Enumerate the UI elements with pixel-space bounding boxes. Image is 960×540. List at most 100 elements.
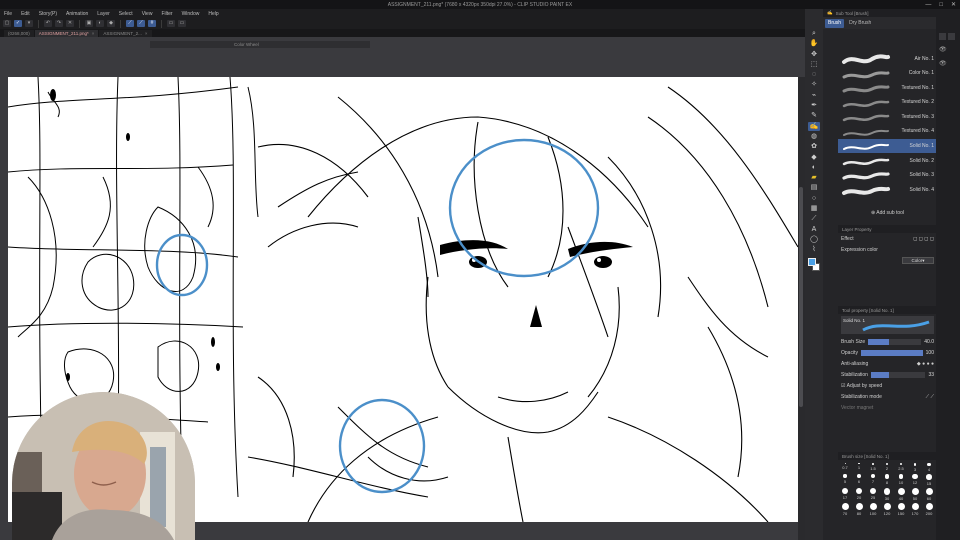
decoration-icon[interactable]: ✿ [808, 142, 820, 151]
eyedropper-icon[interactable]: ⌁ [808, 91, 820, 100]
stabilization-slider[interactable] [870, 371, 926, 378]
brush-size-option[interactable]: 1.5 [868, 463, 878, 472]
brush-size-option[interactable]: 12 [910, 474, 920, 486]
brush-size-option[interactable]: 1 [854, 463, 864, 472]
pen-icon[interactable]: ✒ [808, 101, 820, 110]
blend-icon[interactable]: ◐ [808, 163, 820, 172]
brush-icon[interactable]: ✍ [808, 121, 820, 131]
undo-icon[interactable]: ↶ [44, 20, 52, 27]
menu-animation[interactable]: Animation [66, 11, 88, 17]
menu-help[interactable]: Help [208, 11, 218, 17]
open-icon[interactable]: ✓ [14, 20, 22, 27]
tab-document-0[interactable]: (0268,000) [4, 30, 34, 37]
brush-size-option[interactable]: 10 [896, 474, 906, 486]
tab-document-active[interactable]: ASSIGNMENT_211.png* × [34, 30, 99, 37]
stabilization-row[interactable]: Stabilization 33 [838, 369, 937, 380]
maximize-button[interactable]: □ [939, 2, 943, 8]
close-button[interactable]: ✕ [951, 1, 956, 8]
perspective-icon[interactable]: # [148, 20, 156, 27]
auto-select-icon[interactable]: ✧ [808, 80, 820, 89]
eraser-icon[interactable]: ◆ [808, 153, 820, 162]
transform-icon[interactable]: ▣ [85, 20, 93, 27]
anti-alias-options[interactable]: ◆ ● ● ● [917, 361, 934, 367]
brush-size-option[interactable]: 170 [910, 502, 920, 516]
brush-size-option[interactable]: 0.7 [840, 463, 850, 472]
floating-palette-tab[interactable]: Color Wheel [150, 41, 370, 48]
brush-size-option[interactable]: 70 [840, 502, 850, 516]
clear-icon[interactable]: ✕ [66, 20, 74, 27]
menu-file[interactable]: File [4, 11, 12, 17]
new-icon[interactable]: ▢ [3, 20, 11, 27]
tab-document-2[interactable]: ASSIGNMENT_2... × [99, 30, 152, 37]
layer-button[interactable] [939, 33, 946, 40]
figure-icon[interactable]: ○ [808, 194, 820, 203]
brush-size-row[interactable]: Brush Size 40.0 [838, 336, 937, 347]
main-color[interactable] [808, 257, 816, 266]
canvas-vertical-scrollbar[interactable] [798, 77, 805, 540]
menu-edit[interactable]: Edit [21, 11, 30, 17]
menu-select[interactable]: Select [119, 11, 133, 17]
expression-color-select[interactable]: Color ▾ [902, 257, 934, 264]
color-swatch[interactable] [808, 257, 820, 272]
brush-size-option[interactable]: 3 [910, 463, 920, 472]
adjust-speed-row[interactable]: ☑ Adjust by speed [838, 380, 937, 391]
add-sub-tool-button[interactable]: ⊕ Add sub tool [838, 210, 937, 216]
menu-filter[interactable]: Filter [161, 11, 172, 17]
menu-layer[interactable]: Layer [97, 11, 110, 17]
scrollbar-thumb[interactable] [799, 187, 803, 407]
balloon-icon[interactable]: ◯ [808, 235, 820, 244]
brush-size-option[interactable]: 200 [924, 502, 934, 516]
layer-button[interactable] [948, 33, 955, 40]
fill-icon[interactable]: ▰ [808, 173, 820, 182]
menu-view[interactable]: View [142, 11, 153, 17]
move-icon[interactable]: ✥ [808, 50, 820, 59]
tab-brush[interactable]: Brush [825, 18, 845, 28]
brush-size-option[interactable]: 6 [854, 474, 864, 486]
hand-icon[interactable]: ✋ [808, 39, 820, 48]
brush-size-option[interactable]: 2.5 [896, 463, 906, 472]
brush-size-option[interactable]: 80 [854, 502, 864, 516]
rotate-icon[interactable]: ◐ [96, 20, 104, 27]
zoom-icon[interactable]: ⌕ [808, 29, 820, 38]
save-icon[interactable]: ▾ [25, 20, 33, 27]
brush-size-option[interactable]: 4 [924, 463, 934, 472]
brush-size-option[interactable]: 20 [854, 487, 864, 501]
visibility-icon[interactable]: 👁 [936, 43, 960, 57]
ruler-icon[interactable]: ⟋ [126, 20, 134, 27]
brush-size-option[interactable]: 8 [882, 474, 892, 486]
text-icon[interactable]: A [808, 225, 820, 234]
airbrush-icon[interactable]: ◍ [808, 132, 820, 141]
close-icon[interactable]: × [145, 31, 148, 36]
menu-story[interactable]: Story(P) [39, 11, 57, 17]
brush-size-slider[interactable] [868, 338, 922, 345]
brush-size-option[interactable]: 17 [840, 487, 850, 501]
tab-dry-brush[interactable]: Dry Brush [846, 19, 874, 28]
opacity-row[interactable]: Opacity 100 [838, 347, 937, 358]
close-icon[interactable]: × [92, 31, 95, 36]
brush-size-option[interactable]: 100 [868, 502, 878, 516]
opacity-slider[interactable] [860, 349, 923, 356]
panel-icon[interactable]: ▭ [178, 20, 186, 27]
gradient-icon[interactable]: ▤ [808, 183, 820, 192]
stab-mode-icons[interactable]: ⟋ ⟋ [926, 394, 934, 400]
brush-size-option[interactable]: 2 [882, 463, 892, 472]
brush-size-option[interactable]: 40 [896, 487, 906, 501]
brush-size-option[interactable]: 15 [924, 474, 934, 486]
stab-mode-row[interactable]: Stabilization mode ⟋ ⟋ [838, 391, 937, 402]
brush-size-option[interactable]: 30 [882, 487, 892, 501]
brush-size-option[interactable]: 150 [896, 502, 906, 516]
frame-icon[interactable]: ▦ [808, 204, 820, 213]
brush-size-option[interactable]: 50 [910, 487, 920, 501]
pencil-icon[interactable]: ✎ [808, 111, 820, 120]
brush-size-option[interactable]: 5 [840, 474, 850, 486]
visibility-icon[interactable]: 👁 [936, 57, 960, 71]
brush-size-option[interactable]: 60 [924, 487, 934, 501]
vector-magnet-row[interactable]: Vector magnet [838, 402, 937, 413]
redo-icon[interactable]: ↷ [55, 20, 63, 27]
window-icon[interactable]: ▭ [167, 20, 175, 27]
menu-window[interactable]: Window [182, 11, 200, 17]
brush-size-option[interactable]: 25 [868, 487, 878, 501]
ruler-tool-icon[interactable]: ⟋ [808, 214, 820, 223]
minimize-button[interactable]: — [925, 2, 931, 8]
effect-icons[interactable]: ◻ ◻ ◻ ◻ [913, 236, 934, 242]
